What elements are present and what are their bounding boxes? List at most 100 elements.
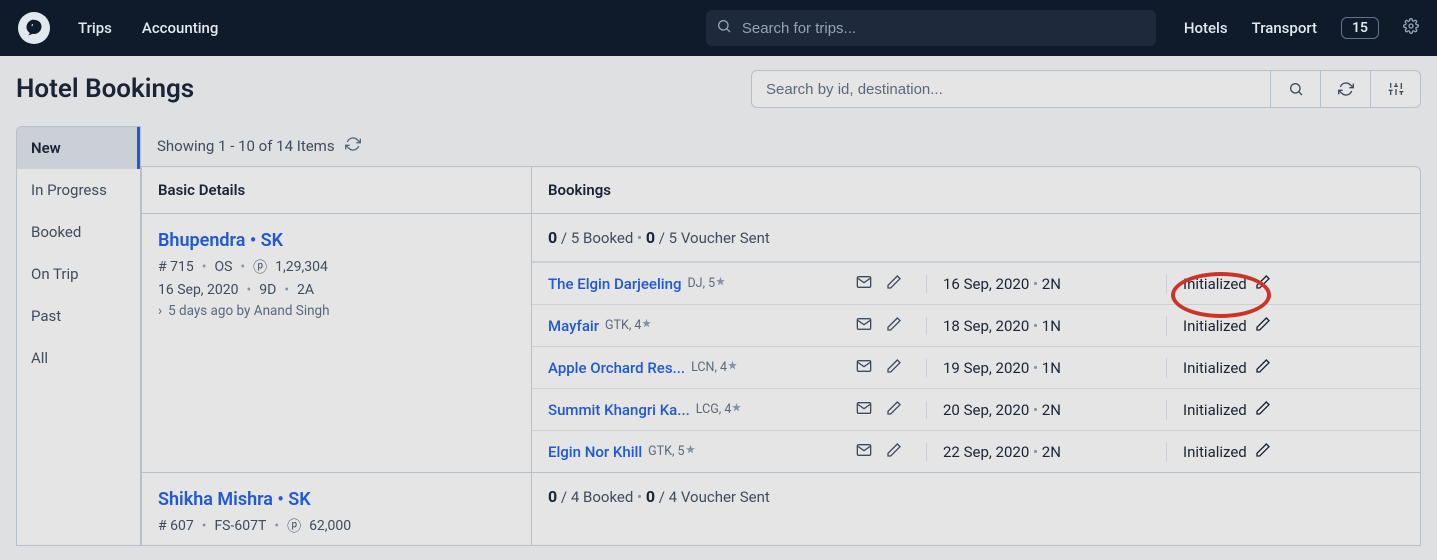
mail-icon[interactable] — [856, 442, 872, 462]
hotel-row: The Elgin Darjeeling DJ, 5 16 Sep, 2020 • … — [532, 262, 1420, 304]
tab-booked[interactable]: Booked — [17, 211, 140, 253]
edit-status-icon[interactable] — [1255, 442, 1271, 462]
trip-code: OS — [214, 259, 232, 275]
booked-label: / 4 Booked — [561, 488, 633, 506]
hotel-date-cell: 18 Sep, 2020 • 1N — [926, 317, 1166, 335]
edit-status-icon[interactable] — [1255, 316, 1271, 336]
trip-id: # 607 — [158, 518, 194, 534]
edit-status-icon[interactable] — [1255, 400, 1271, 420]
hotel-date-cell: 16 Sep, 2020 • 2N — [926, 275, 1166, 293]
edit-icon[interactable] — [886, 400, 902, 420]
tab-in-progress[interactable]: In Progress — [17, 169, 140, 211]
hotel-name-cell: Summit Khangri Ka...LCG, 4 — [532, 401, 856, 419]
global-search-input[interactable] — [706, 10, 1156, 46]
mail-icon[interactable] — [856, 400, 872, 420]
gear-icon[interactable] — [1403, 18, 1419, 38]
trip-duration: 9D — [259, 282, 276, 298]
price-icon: ⓟ — [253, 257, 267, 277]
chevron-right-icon: › — [158, 303, 162, 319]
result-count: Showing 1 - 10 of 14 Items — [141, 126, 1421, 166]
hotel-name-cell: Elgin Nor KhillGTK, 5 — [532, 443, 856, 461]
hotel-date-cell: 22 Sep, 2020 • 2N — [926, 443, 1166, 461]
trip-price: 62,000 — [309, 518, 351, 534]
hotel-name[interactable]: The Elgin Darjeeling — [548, 275, 681, 293]
hotel-name-cell: Apple Orchard Res...LCN, 4 — [532, 359, 856, 377]
mail-icon[interactable] — [856, 274, 872, 294]
hotel-name[interactable]: Mayfair — [548, 317, 599, 335]
hotel-status: Initialized — [1183, 317, 1247, 335]
nav-hotels[interactable]: Hotels — [1184, 19, 1228, 37]
hotel-nights: 2N — [1042, 275, 1061, 293]
table-row: Shikha Mishra • SK # 607• FS-607T• ⓟ 62,… — [142, 473, 1420, 545]
trip-name[interactable]: Bhupendra • SK — [158, 230, 515, 251]
edit-icon[interactable] — [886, 316, 902, 336]
page-title: Hotel Bookings — [16, 74, 194, 104]
trip-pax: 2A — [297, 282, 314, 298]
basic-details-cell: Bhupendra • SK # 715• OS• ⓟ 1,29,304 16 … — [142, 214, 532, 472]
hotel-status-cell: Initialized — [1166, 316, 1336, 336]
hotel-name[interactable]: Apple Orchard Res... — [548, 359, 685, 377]
hotel-status: Initialized — [1183, 443, 1247, 461]
hotel-date-cell: 20 Sep, 2020 • 2N — [926, 401, 1166, 419]
hotel-actions — [856, 400, 926, 420]
hotel-row: Apple Orchard Res...LCN, 419 Sep, 2020 •… — [532, 346, 1420, 388]
app-logo[interactable] — [18, 12, 50, 44]
notification-badge[interactable]: 15 — [1341, 17, 1379, 39]
page-body: Hotel Bookings New In Progress Booked On… — [0, 56, 1437, 560]
edit-icon[interactable] — [886, 358, 902, 378]
booked-count: 0 — [548, 228, 557, 247]
hotel-row: Mayfair GTK, 4 18 Sep, 2020 • 1N Initialize… — [532, 304, 1420, 346]
trip-meta-2: 16 Sep, 2020• 9D• 2A — [158, 282, 515, 298]
hotel-name[interactable]: Summit Khangri Ka... — [548, 401, 690, 419]
tab-new[interactable]: New — [17, 127, 140, 169]
hotel-code: GTK, 4 — [605, 318, 652, 333]
trip-updated-text: 5 days ago by Anand Singh — [168, 303, 330, 319]
hotel-status: Initialized — [1183, 275, 1247, 293]
mail-icon[interactable] — [856, 316, 872, 336]
hotel-code: DJ, 5 — [687, 276, 726, 291]
filter-settings-button[interactable] — [1371, 70, 1421, 108]
mail-icon[interactable] — [856, 358, 872, 378]
booked-count: 0 — [548, 487, 557, 506]
hotel-date: 19 Sep, 2020 — [943, 359, 1029, 377]
trip-code: FS-607T — [214, 518, 266, 534]
hotel-list: The Elgin Darjeeling DJ, 5 16 Sep, 2020 • … — [532, 262, 1420, 472]
trip-id: # 715 — [158, 259, 194, 275]
hotel-date: 22 Sep, 2020 — [943, 443, 1029, 461]
global-search — [706, 10, 1156, 46]
edit-status-icon[interactable] — [1255, 358, 1271, 378]
hotel-nights: 1N — [1042, 317, 1061, 335]
hotel-name[interactable]: Elgin Nor Khill — [548, 443, 642, 461]
hotel-name-cell: The Elgin Darjeeling DJ, 5 — [532, 275, 856, 293]
refresh-icon[interactable] — [345, 136, 361, 156]
nav-transport[interactable]: Transport — [1252, 19, 1317, 37]
hotel-date: 18 Sep, 2020 — [943, 317, 1029, 335]
hotel-status-cell: Initialized — [1166, 442, 1336, 462]
trip-name[interactable]: Shikha Mishra • SK — [158, 489, 515, 510]
hotel-row: Elgin Nor KhillGTK, 5 22 Sep, 2020 • 2N In… — [532, 430, 1420, 472]
trip-updated: › 5 days ago by Anand Singh — [158, 303, 515, 319]
booked-label: / 5 Booked — [561, 229, 633, 247]
filter-search-button[interactable] — [1271, 70, 1321, 108]
edit-status-icon[interactable] — [1255, 274, 1271, 294]
table-row: Bhupendra • SK # 715• OS• ⓟ 1,29,304 16 … — [142, 214, 1420, 473]
tab-on-trip[interactable]: On Trip — [17, 253, 140, 295]
tab-all[interactable]: All — [17, 337, 140, 379]
booking-summary: 0 / 4 Booked • 0 / 4 Voucher Sent — [532, 473, 1420, 520]
filter-refresh-button[interactable] — [1321, 70, 1371, 108]
hotel-date: 16 Sep, 2020 — [943, 275, 1029, 293]
booking-summary: 0 / 5 Booked • 0 / 5 Voucher Sent — [532, 214, 1420, 262]
voucher-count: 0 — [646, 487, 655, 506]
tab-past[interactable]: Past — [17, 295, 140, 337]
app-header: Trips Accounting Hotels Transport 15 — [0, 0, 1437, 56]
hotel-nights: 2N — [1042, 401, 1061, 419]
edit-icon[interactable] — [886, 442, 902, 462]
hotel-actions — [856, 274, 926, 294]
edit-icon[interactable] — [886, 274, 902, 294]
nav-accounting[interactable]: Accounting — [142, 19, 218, 37]
right-nav: Hotels Transport 15 — [1184, 17, 1419, 39]
filter-input[interactable] — [751, 70, 1271, 108]
hotel-nights: 1N — [1042, 359, 1061, 377]
nav-trips[interactable]: Trips — [78, 19, 112, 37]
hotel-actions — [856, 358, 926, 378]
